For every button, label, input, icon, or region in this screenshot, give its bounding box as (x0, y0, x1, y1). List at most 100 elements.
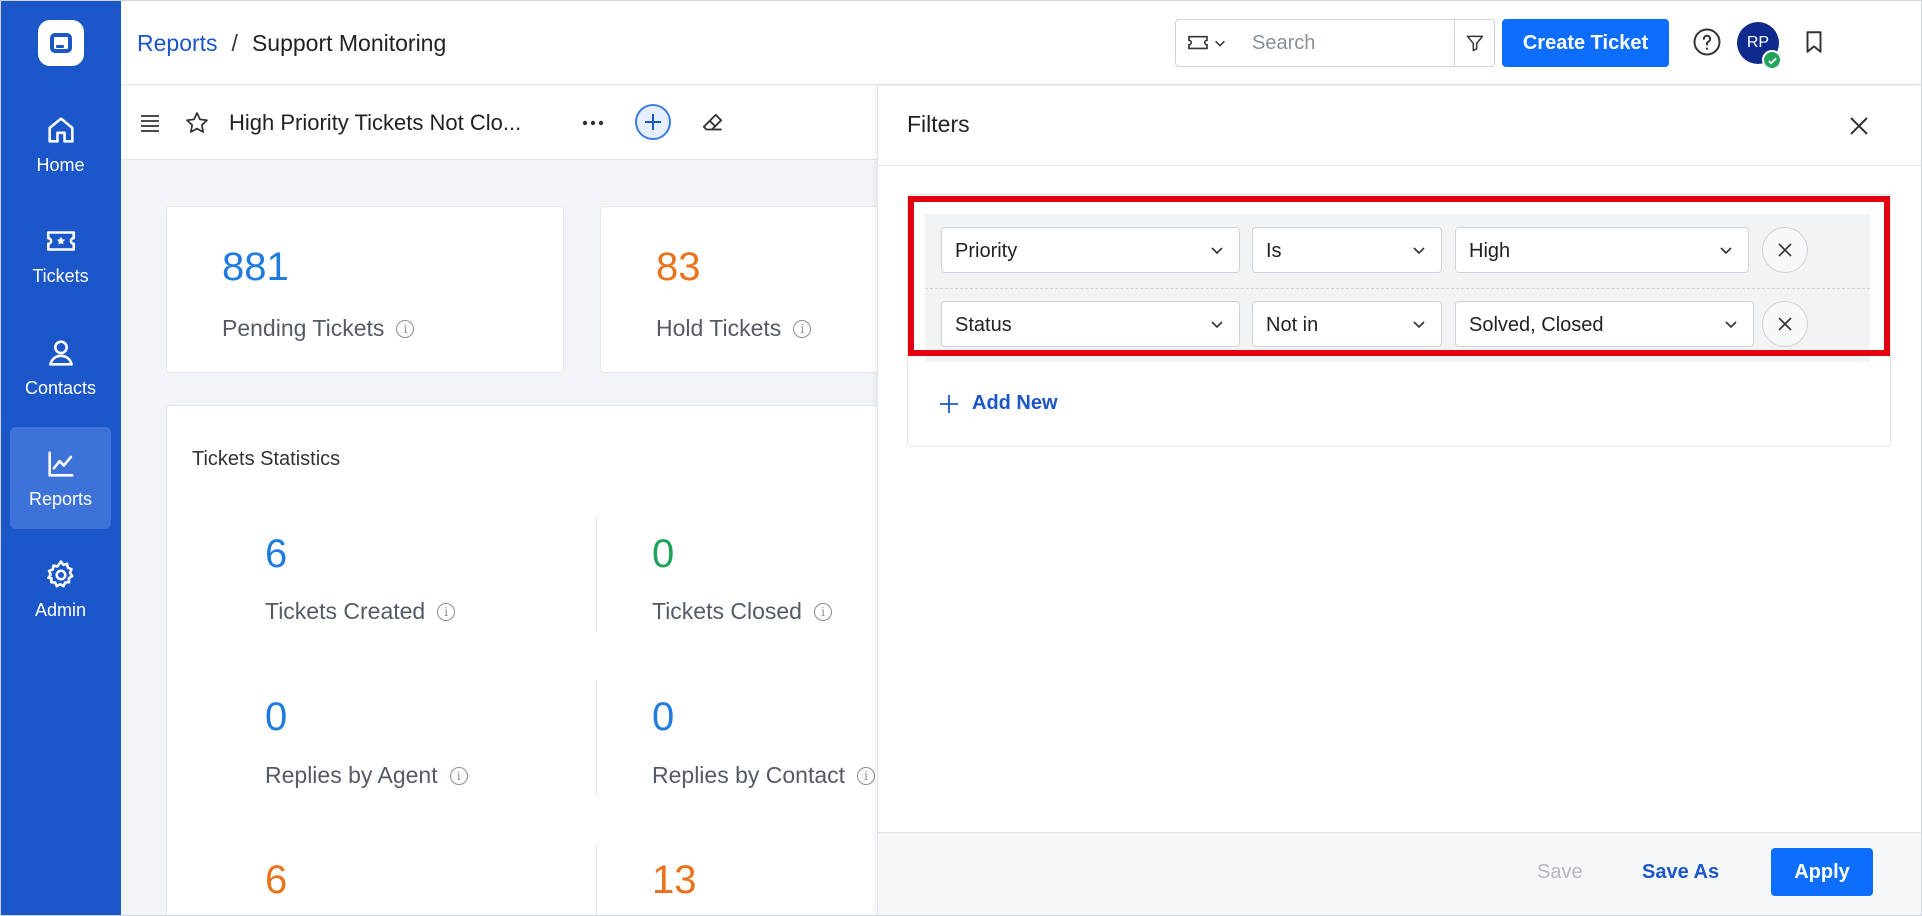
ticket-icon (1188, 35, 1208, 50)
bookmarks-button[interactable] (1798, 26, 1830, 58)
check-icon (1767, 57, 1777, 65)
pending-tickets-label-row: Pending Tickets i (222, 315, 415, 342)
filter-field-select[interactable]: Status (941, 301, 1240, 347)
replies-by-agent-value: 0 (265, 695, 288, 739)
close-filters-button[interactable] (1843, 110, 1875, 142)
clear-button[interactable] (698, 108, 728, 138)
chevron-down-icon (1725, 321, 1737, 329)
tickets-closed-label-row: Tickets Closed i (652, 598, 832, 625)
eraser-icon (702, 113, 723, 131)
sidebar-item-label: Reports (28, 488, 93, 509)
gear-icon (46, 559, 73, 587)
remove-filter-button[interactable] (1762, 227, 1808, 273)
online-status-icon (1762, 50, 1782, 70)
app-logo[interactable] (38, 20, 84, 66)
sidebar: Home Tickets Contacts Reports Admin (0, 0, 121, 916)
search-type-dropdown[interactable] (1176, 20, 1238, 66)
hamburger-icon (141, 115, 159, 132)
filter-field-value: Status (955, 314, 1012, 336)
report-title: High Priority Tickets Not Clo... (229, 110, 522, 135)
filter-field-value: Priority (955, 240, 1018, 262)
more-options-button[interactable] (578, 108, 608, 138)
info-icon[interactable]: i (813, 602, 832, 621)
tickets-closed-value: 0 (652, 532, 675, 576)
close-icon (1778, 317, 1792, 331)
filters-header: Filters (878, 86, 1922, 166)
hold-tickets-value: 83 (656, 245, 701, 289)
hold-tickets-label: Hold Tickets (656, 315, 782, 341)
info-icon[interactable]: i (793, 319, 812, 338)
menu-button[interactable] (135, 108, 165, 138)
close-icon (1778, 243, 1792, 257)
hold-tickets-label-row: Hold Tickets i (656, 315, 812, 342)
breadcrumb-separator: / (231, 30, 238, 56)
remove-filter-button[interactable] (1762, 301, 1808, 347)
search-filter-button[interactable] (1454, 20, 1494, 66)
info-icon[interactable]: i (857, 766, 876, 785)
chart-icon (47, 450, 74, 477)
filter-value-text: High (1469, 240, 1511, 262)
filter-field-select[interactable]: Priority (941, 227, 1240, 273)
help-icon (1693, 28, 1721, 56)
filters-panel: Filters Priority Is High Status Not in S… (877, 86, 1922, 916)
user-icon (48, 339, 73, 366)
statistic-value: 13 (652, 858, 697, 902)
filter-operator-select[interactable]: Is (1252, 227, 1442, 273)
info-icon[interactable]: i (437, 602, 456, 621)
filter-value-select[interactable]: High (1455, 227, 1749, 273)
tickets-created-value: 6 (265, 532, 288, 576)
search-input[interactable]: Search (1252, 32, 1315, 55)
sidebar-item-admin[interactable]: Admin (10, 538, 111, 640)
replies-by-agent-label-row: Replies by Agent i (265, 762, 468, 789)
add-new-filter-button[interactable]: Add New (938, 392, 1058, 415)
sidebar-item-tickets[interactable]: Tickets (10, 204, 111, 306)
plus-icon (940, 394, 958, 413)
divider (596, 844, 597, 916)
sidebar-item-reports[interactable]: Reports (10, 427, 111, 529)
bookmark-icon (1806, 31, 1822, 53)
tickets-created-label: Tickets Created (265, 598, 426, 624)
create-ticket-button[interactable]: Create Ticket (1502, 19, 1669, 67)
top-bar: Reports / Support Monitoring Search Crea… (121, 0, 1922, 85)
ticket-icon (46, 230, 75, 251)
chevron-down-icon (1413, 321, 1425, 329)
tickets-statistics-card (166, 405, 906, 916)
replies-by-contact-label-row: Replies by Contact i (652, 762, 876, 789)
save-as-button[interactable]: Save As (1642, 861, 1719, 884)
search-box: Search (1175, 19, 1495, 67)
help-button[interactable] (1691, 26, 1723, 58)
tickets-created-label-row: Tickets Created i (265, 598, 456, 625)
pending-tickets-label: Pending Tickets (222, 315, 385, 341)
sidebar-item-label: Home (36, 154, 85, 175)
star-icon (186, 112, 208, 133)
pending-tickets-value: 881 (222, 245, 289, 289)
sidebar-item-label: Tickets (32, 265, 89, 286)
statistics-title: Tickets Statistics (192, 448, 341, 470)
breadcrumb-reports-link[interactable]: Reports (137, 30, 218, 57)
close-icon (1850, 117, 1868, 135)
apply-button[interactable]: Apply (1771, 848, 1873, 896)
filter-icon (1466, 35, 1483, 52)
home-icon (47, 116, 74, 143)
divider (596, 680, 597, 796)
replies-by-contact-value: 0 (652, 695, 675, 739)
sidebar-item-home[interactable]: Home (10, 93, 111, 195)
page-title: Support Monitoring (251, 30, 447, 56)
sidebar-item-label: Admin (34, 599, 87, 620)
filters-footer: Save Save As Apply (878, 832, 1922, 916)
pending-tickets-card[interactable]: 881 Pending Tickets i (166, 206, 564, 373)
replies-by-contact-label: Replies by Contact (652, 762, 846, 788)
filter-operator-select[interactable]: Not in (1252, 301, 1442, 347)
divider (596, 516, 597, 632)
chevron-down-icon (1720, 247, 1732, 255)
save-button[interactable]: Save (1537, 861, 1583, 884)
favorite-button[interactable] (182, 108, 212, 138)
add-widget-button[interactable] (635, 104, 671, 140)
info-icon[interactable]: i (396, 319, 415, 338)
statistic-value: 6 (265, 858, 288, 902)
chevron-down-icon (1211, 321, 1223, 329)
info-icon[interactable]: i (449, 766, 468, 785)
filter-value-select[interactable]: Solved, Closed (1455, 301, 1754, 347)
more-horizontal-icon (582, 120, 604, 126)
sidebar-item-contacts[interactable]: Contacts (10, 316, 111, 418)
